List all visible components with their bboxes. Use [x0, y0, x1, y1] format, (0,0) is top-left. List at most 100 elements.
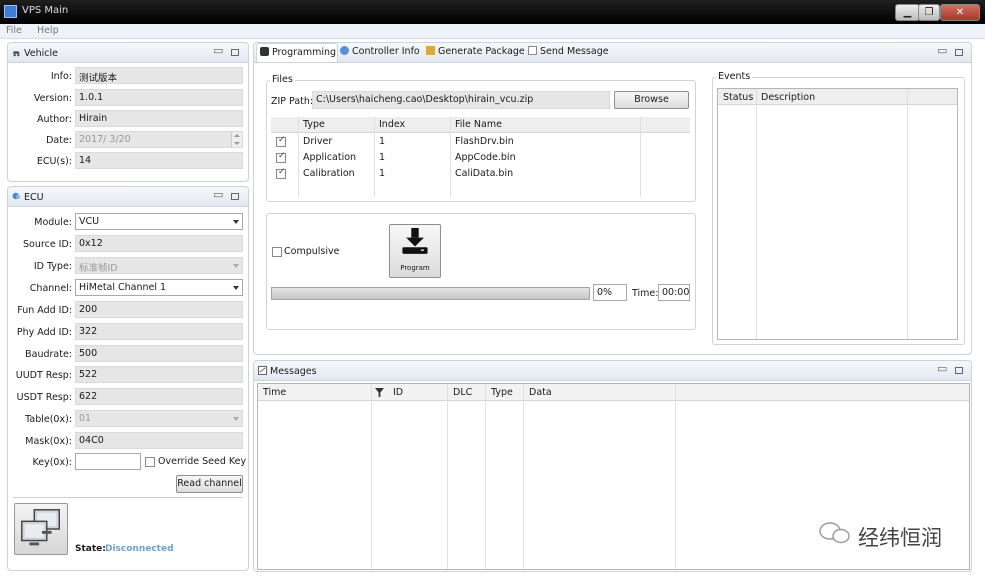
col-status: Status [723, 92, 754, 103]
panel-maximize-icon[interactable] [955, 49, 963, 56]
table-value: 01 [79, 413, 92, 424]
divider [371, 384, 372, 569]
watermark-text: 经纬恒润 [858, 526, 942, 550]
uudt-resp-label: UUDT Resp: [15, 370, 72, 381]
usdt-resp-field[interactable]: 622 [75, 388, 243, 405]
divider [485, 384, 486, 569]
phy-add-id-field[interactable]: 322 [75, 323, 243, 340]
uudt-resp-field[interactable]: 522 [75, 366, 243, 383]
tab-programming[interactable]: Programming [256, 43, 338, 62]
messages-panel-header: Messages ▭ [254, 361, 971, 381]
tab-send-message[interactable]: Send Message [528, 43, 614, 62]
menu-file[interactable]: File [0, 24, 28, 36]
compulsive-label: Compulsive [284, 246, 340, 257]
ecu-count-field[interactable]: 14 [75, 152, 243, 169]
panel-minimize-icon[interactable]: ▭ [213, 188, 223, 201]
panel-maximize-icon[interactable] [955, 367, 963, 374]
date-spinner[interactable] [231, 132, 242, 147]
id-type-select[interactable]: 标准帧ID [75, 257, 243, 274]
message-icon [528, 46, 537, 55]
events-group-label: Events [716, 71, 753, 82]
author-label: Author: [36, 114, 72, 125]
panel-minimize-icon[interactable]: ▭ [937, 362, 947, 375]
col-description: Description [761, 92, 816, 103]
table-row[interactable]: Calibration 1 CaliData.bin [271, 166, 690, 182]
vehicle-panel: Vehicle ▭ Info: 测试版本 Version: 1.0.1 Auth… [7, 42, 249, 182]
title-bar: VPS Main ▁ ❐ ✕ [0, 0, 985, 24]
tab-controller-info[interactable]: Controller Info [340, 43, 426, 62]
col-time: Time [263, 387, 287, 398]
package-icon [426, 46, 435, 55]
program-button[interactable]: Program [389, 224, 441, 278]
override-seed-key-checkbox[interactable] [145, 457, 155, 467]
program-group [266, 213, 696, 330]
table-row[interactable]: Driver 1 FlashDrv.bin [271, 134, 690, 150]
table-select[interactable]: 01 [75, 410, 243, 427]
car-icon [12, 51, 21, 57]
program-button-label: Program [400, 264, 430, 272]
module-select[interactable]: VCU [75, 213, 243, 230]
divider [675, 384, 676, 569]
zip-path-field[interactable]: C:\Users\haicheng.cao\Desktop\hirain_vcu… [312, 91, 610, 109]
ecu-count-label: ECU(s): [36, 156, 72, 167]
ecu-icon [12, 192, 21, 200]
menu-bar: File Help [0, 24, 985, 39]
panel-maximize-icon[interactable] [231, 193, 239, 200]
filter-icon[interactable] [375, 388, 384, 397]
panel-minimize-icon[interactable]: ▭ [937, 44, 947, 57]
cell-type: Application [303, 152, 357, 163]
compulsive-checkbox[interactable] [272, 247, 282, 257]
read-channel-button[interactable]: Read channel [176, 475, 243, 493]
baudrate-field[interactable]: 500 [75, 345, 243, 362]
application-checkbox[interactable] [276, 151, 286, 163]
table-label: Table(0x): [25, 414, 72, 425]
computers-icon [21, 509, 60, 546]
source-id-label: Source ID: [23, 239, 72, 250]
calibration-checkbox[interactable] [276, 167, 286, 179]
connect-button[interactable] [14, 503, 68, 555]
download-icon [402, 227, 428, 254]
tab-programming-label: Programming [272, 47, 337, 58]
program-progress-bar [271, 287, 590, 300]
progress-percent: 0% [593, 284, 627, 301]
channel-select[interactable]: HiMetal Channel 1 [75, 279, 243, 296]
col-file-name: File Name [455, 119, 502, 130]
browse-button[interactable]: Browse [614, 91, 689, 109]
module-value: VCU [79, 216, 100, 227]
chevron-down-icon [233, 286, 239, 290]
vehicle-panel-header: Vehicle ▭ [8, 43, 248, 63]
col-id: ID [393, 387, 404, 398]
panel-minimize-icon[interactable]: ▭ [213, 44, 223, 57]
baudrate-label: Baudrate: [25, 349, 72, 360]
events-table[interactable]: Status Description [717, 88, 958, 340]
files-table: Type Index File Name Driver 1 FlashDrv.b… [271, 117, 690, 197]
author-field[interactable]: Hirain [75, 110, 243, 127]
chevron-down-icon [233, 417, 239, 421]
ecu-panel-title: ECU [24, 192, 44, 203]
minimize-button[interactable]: ▁ [895, 4, 920, 21]
chevron-down-icon [233, 264, 239, 268]
source-id-field[interactable]: 0x12 [75, 235, 243, 252]
restore-button[interactable]: ❐ [918, 4, 940, 21]
version-field[interactable]: 1.0.1 [75, 89, 243, 106]
version-label: Version: [33, 93, 72, 104]
vehicle-panel-title: Vehicle [24, 48, 58, 59]
date-field[interactable]: 2017/ 3/20 [75, 131, 243, 148]
info-field[interactable]: 测试版本 [75, 67, 243, 84]
panel-maximize-icon[interactable] [231, 49, 239, 56]
date-label: Date: [46, 135, 72, 146]
id-type-value: 标准帧ID [79, 263, 118, 274]
close-button[interactable]: ✕ [940, 4, 980, 21]
mask-field[interactable]: 04C0 [75, 432, 243, 449]
fun-add-id-field[interactable]: 200 [75, 301, 243, 318]
files-group-label: Files [270, 74, 295, 85]
tab-send-message-label: Send Message [540, 46, 609, 57]
zip-path-label: ZIP Path: [271, 96, 314, 107]
driver-checkbox[interactable] [276, 135, 286, 147]
info-label: Info: [50, 71, 72, 82]
tab-generate-package[interactable]: Generate Package [426, 43, 526, 62]
events-table-header [718, 89, 957, 105]
key-input[interactable] [75, 453, 141, 470]
table-row[interactable]: Application 1 AppCode.bin [271, 150, 690, 166]
menu-help[interactable]: Help [31, 24, 65, 36]
